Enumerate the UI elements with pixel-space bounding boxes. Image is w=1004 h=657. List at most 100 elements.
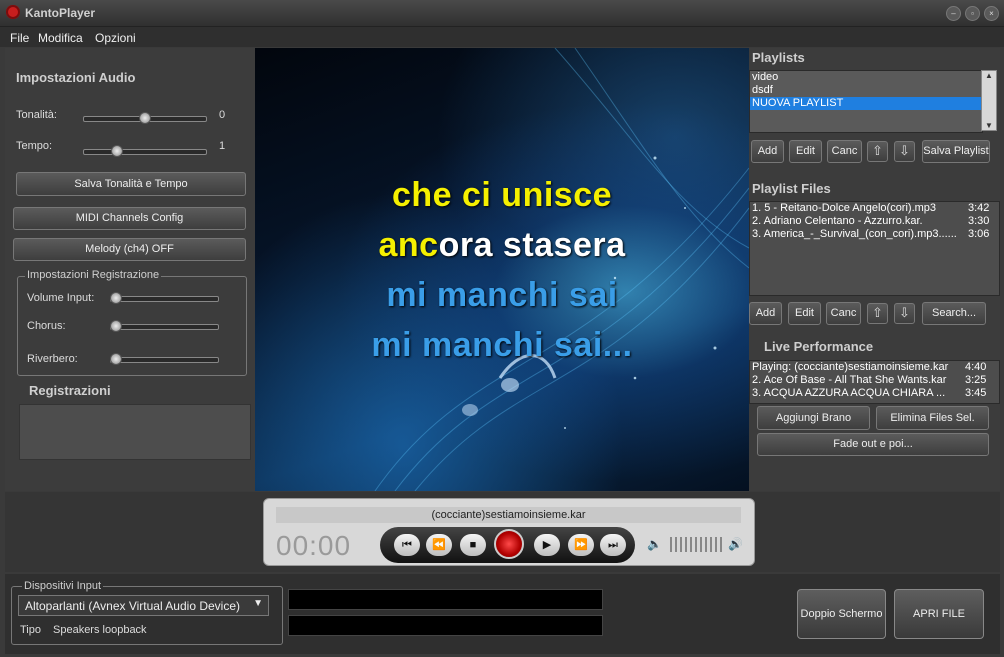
- file-duration: 3:42: [968, 202, 990, 214]
- playlist-files-list[interactable]: 1. 5 - Reitano-Dolce Angelo(cori).mp3 3:4…: [749, 201, 1000, 296]
- input-device-select[interactable]: Altoparlanti (Avnex Virtual Audio Device…: [18, 595, 269, 616]
- stop-icon[interactable]: ■: [460, 534, 486, 556]
- chorus-slider[interactable]: [110, 324, 219, 330]
- lyric-line-2: ancora stasera: [255, 226, 749, 265]
- live-row[interactable]: 3. ACQUA AZZURA ACQUA CHIARA ... 3:45: [750, 387, 999, 400]
- playlist-add-button[interactable]: Add: [751, 140, 784, 163]
- scroll-up-icon[interactable]: ▲: [982, 71, 996, 80]
- files-move-up-icon[interactable]: ⇧: [867, 303, 888, 324]
- file-name: 1. 5 - Reitano-Dolce Angelo(cori).mp3: [752, 202, 937, 214]
- live-row-playing[interactable]: Playing: (cocciante)sestiamoinsieme.kar 4…: [750, 361, 999, 374]
- volume-high-icon[interactable]: 🔊: [728, 537, 743, 551]
- live-queue-list[interactable]: Playing: (cocciante)sestiamoinsieme.kar 4…: [749, 360, 1000, 404]
- playlist-file-row[interactable]: 1. 5 - Reitano-Dolce Angelo(cori).mp3 3:4…: [750, 202, 999, 215]
- fast-forward-icon[interactable]: ⏩: [568, 534, 594, 556]
- pitch-slider-handle[interactable]: [139, 112, 151, 124]
- playlist-item-selected[interactable]: NUOVA PLAYLIST: [750, 97, 982, 110]
- volume-slider[interactable]: [670, 537, 724, 552]
- file-name: 2. Adriano Celentano - Azzurro.kar.: [752, 215, 923, 227]
- recordings-title: Registrazioni: [29, 383, 111, 398]
- menu-modifica[interactable]: Modifica: [38, 31, 83, 45]
- live-track-duration: 3:45: [965, 387, 987, 399]
- lyric-line-1: che ci unisce: [391, 176, 613, 214]
- playlist-delete-button[interactable]: Canc: [827, 140, 862, 163]
- file-duration: 3:06: [968, 228, 990, 240]
- device-type-label: Tipo: [20, 624, 41, 636]
- live-performance-title: Live Performance: [764, 339, 874, 354]
- skip-forward-icon[interactable]: ⏭: [600, 534, 626, 556]
- karaoke-video-area: che ci unisce ancora stasera mi manchi s…: [255, 48, 749, 491]
- save-playlist-button[interactable]: Salva Playlist: [922, 140, 990, 163]
- playlists-title: Playlists: [752, 50, 805, 65]
- rewind-icon[interactable]: ⏪: [426, 534, 452, 556]
- playlist-item[interactable]: dsdf: [750, 84, 982, 97]
- playlist-edit-button[interactable]: Edit: [789, 140, 822, 163]
- app-logo-icon: [6, 5, 20, 19]
- search-files-button[interactable]: Search...: [922, 302, 986, 325]
- melody-toggle-button[interactable]: Melody (ch4) OFF: [13, 238, 246, 261]
- volume-low-icon[interactable]: 🔈: [647, 537, 662, 551]
- save-pitch-tempo-button[interactable]: Salva Tonalità e Tempo: [16, 172, 246, 196]
- tempo-slider[interactable]: [83, 149, 207, 155]
- input-devices-legend: Dispositivi Input: [22, 580, 104, 592]
- open-file-button[interactable]: APRI FILE: [894, 589, 984, 639]
- reverb-slider[interactable]: [110, 357, 219, 363]
- lyric-line-3: mi manchi sai: [386, 276, 618, 314]
- record-icon[interactable]: [494, 529, 524, 559]
- minimize-icon[interactable]: –: [946, 6, 961, 21]
- recording-settings-legend: Impostazioni Registrazione: [25, 269, 162, 281]
- chorus-label: Chorus:: [27, 320, 66, 332]
- scroll-down-icon[interactable]: ▼: [982, 121, 996, 130]
- files-add-button[interactable]: Add: [749, 302, 782, 325]
- level-meter-left: [288, 589, 603, 610]
- live-track-name: 3. ACQUA AZZURA ACQUA CHIARA ...: [752, 387, 946, 399]
- tempo-slider-handle[interactable]: [111, 145, 123, 157]
- now-playing-track: (cocciante)sestiamoinsieme.kar: [276, 507, 741, 523]
- file-duration: 3:30: [968, 215, 990, 227]
- midi-channels-button[interactable]: MIDI Channels Config: [13, 207, 246, 230]
- volume-input-handle[interactable]: [110, 292, 122, 304]
- tempo-value: 1: [219, 140, 226, 152]
- background-swirl: [374, 48, 749, 491]
- window-title: KantoPlayer: [25, 6, 96, 20]
- fade-out-button[interactable]: Fade out e poi...: [757, 433, 989, 456]
- pitch-value: 0: [219, 109, 226, 121]
- files-edit-button[interactable]: Edit: [788, 302, 821, 325]
- playlists-list[interactable]: video dsdf NUOVA PLAYLIST: [749, 70, 983, 133]
- add-track-button[interactable]: Aggiungi Brano: [757, 406, 870, 430]
- live-track-name: 2. Ace Of Base - All That She Wants.kar: [752, 374, 947, 386]
- live-row[interactable]: 2. Ace Of Base - All That She Wants.kar 3…: [750, 374, 999, 387]
- playlist-files-title: Playlist Files: [752, 181, 831, 196]
- delete-selected-files-button[interactable]: Elimina Files Sel.: [876, 406, 989, 430]
- volume-input-slider[interactable]: [110, 296, 219, 302]
- restore-icon[interactable]: ▫: [965, 6, 980, 21]
- files-move-down-icon[interactable]: ⇩: [894, 303, 915, 324]
- title-bar: [0, 0, 1004, 27]
- menu-file[interactable]: File: [10, 31, 29, 45]
- playlists-scrollbar[interactable]: ▲ ▼: [981, 70, 997, 131]
- chevron-down-icon[interactable]: ▼: [253, 598, 263, 609]
- playlist-move-up-icon[interactable]: ⇧: [867, 141, 888, 162]
- time-display: 00:00: [276, 530, 352, 561]
- menu-opzioni[interactable]: Opzioni: [95, 31, 136, 45]
- recordings-list[interactable]: [19, 404, 251, 460]
- selected-device: Altoparlanti (Avnex Virtual Audio Device…: [25, 599, 241, 613]
- playlist-move-down-icon[interactable]: ⇩: [894, 141, 915, 162]
- chorus-handle[interactable]: [110, 320, 122, 332]
- dual-screen-button[interactable]: Doppio Schermo: [797, 589, 886, 639]
- tempo-label: Tempo:: [16, 140, 53, 152]
- files-delete-button[interactable]: Canc: [826, 302, 861, 325]
- reverb-handle[interactable]: [110, 353, 122, 365]
- reverb-label: Riverbero:: [27, 353, 78, 365]
- playlist-item[interactable]: video: [750, 71, 982, 84]
- live-track-name: Playing: (cocciante)sestiamoinsieme.kar: [752, 361, 949, 373]
- transport-controls: ⏮ ⏪ ■ ▶ ⏩ ⏭: [380, 527, 635, 563]
- skip-back-icon[interactable]: ⏮: [394, 534, 420, 556]
- playlist-file-row[interactable]: 3. America_-_Survival_(con_cori).mp3....…: [750, 228, 999, 241]
- play-icon[interactable]: ▶: [534, 534, 560, 556]
- close-icon[interactable]: ×: [984, 6, 999, 21]
- menu-bar: [0, 27, 1004, 47]
- level-meter-right: [288, 615, 603, 636]
- live-track-duration: 3:25: [965, 374, 987, 386]
- playlist-file-row[interactable]: 2. Adriano Celentano - Azzurro.kar. 3:30: [750, 215, 999, 228]
